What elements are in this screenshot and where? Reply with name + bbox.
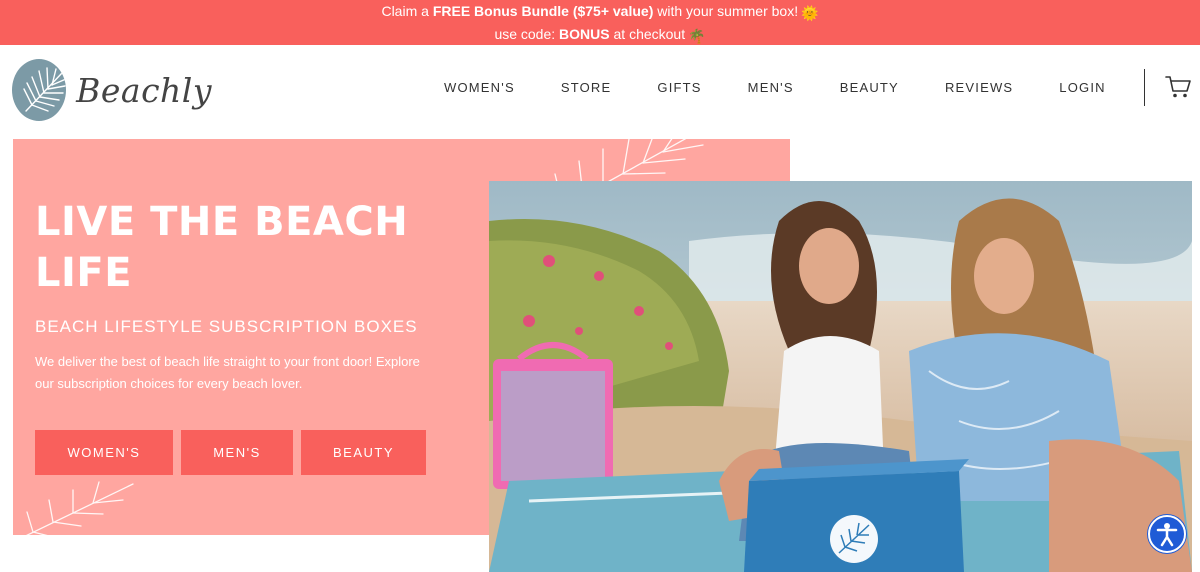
nav-beauty[interactable]: BEAUTY: [840, 78, 899, 98]
promo-code: BONUS: [559, 26, 610, 42]
promo-text: at checkout: [609, 26, 686, 42]
palm-leaf-decoration-icon: [25, 481, 134, 535]
hero-buttons: WOMEN'S MEN'S BEAUTY: [35, 430, 434, 475]
promo-offer: FREE Bonus Bundle ($75+ value): [432, 3, 654, 19]
logo[interactable]: Beachly: [12, 57, 212, 123]
promo-line-2: use code: BONUS at checkout 🌴: [0, 24, 1200, 47]
hero-subtitle: BEACH LIFESTYLE SUBSCRIPTION BOXES: [35, 317, 418, 336]
palm-leaf-logo-icon: [12, 59, 67, 121]
promo-line-1: Claim a FREE Bonus Bundle ($75+ value) w…: [0, 1, 1200, 24]
hero-photo: [489, 181, 1192, 572]
promo-banner: Claim a FREE Bonus Bundle ($75+ value) w…: [0, 0, 1200, 45]
main-nav: WOMEN'S STORE GIFTS MEN'S BEAUTY REVIEWS…: [444, 78, 1152, 98]
logo-text: Beachly: [76, 70, 212, 110]
accessibility-icon[interactable]: [1148, 515, 1186, 553]
nav-womens[interactable]: WOMEN'S: [444, 78, 515, 98]
nav-mens[interactable]: MEN'S: [748, 78, 794, 98]
sun-icon: 🌞: [801, 5, 819, 21]
mens-button[interactable]: MEN'S: [181, 430, 293, 475]
nav-store[interactable]: STORE: [561, 78, 612, 98]
beauty-button[interactable]: BEAUTY: [301, 430, 426, 475]
hero-title: LIVE THE BEACH LIFE: [35, 199, 409, 296]
hero-description: We deliver the best of beach life straig…: [35, 354, 420, 391]
promo-text: Claim a: [381, 3, 433, 19]
nav-reviews[interactable]: REVIEWS: [945, 78, 1013, 98]
nav-gifts[interactable]: GIFTS: [657, 78, 701, 98]
promo-text: use code:: [494, 26, 560, 42]
womens-button[interactable]: WOMEN'S: [35, 430, 173, 475]
site-header: Beachly WOMEN'S STORE GIFTS MEN'S BEAUTY…: [0, 45, 1200, 135]
cart-icon[interactable]: [1165, 75, 1191, 99]
nav-login[interactable]: LOGIN: [1059, 78, 1105, 98]
promo-text: with your summer box!: [653, 3, 799, 19]
palm-tree-icon: 🌴: [688, 28, 706, 44]
nav-divider: [1144, 69, 1145, 106]
